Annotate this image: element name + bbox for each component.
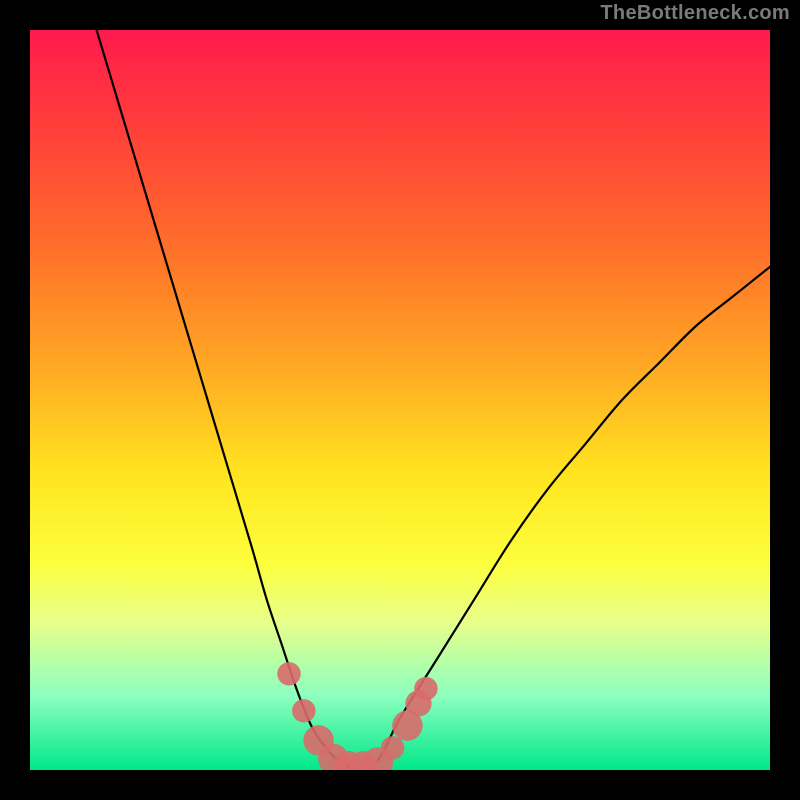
curve-markers — [277, 662, 437, 770]
plot-area — [30, 30, 770, 770]
curve-marker — [414, 677, 437, 700]
chart-frame: TheBottleneck.com — [0, 0, 800, 800]
curve-marker — [277, 662, 300, 685]
chart-svg — [30, 30, 770, 770]
bottleneck-curve — [97, 30, 770, 770]
watermark-text: TheBottleneck.com — [600, 2, 790, 25]
curve-marker — [292, 699, 315, 722]
curve-marker — [381, 736, 404, 759]
